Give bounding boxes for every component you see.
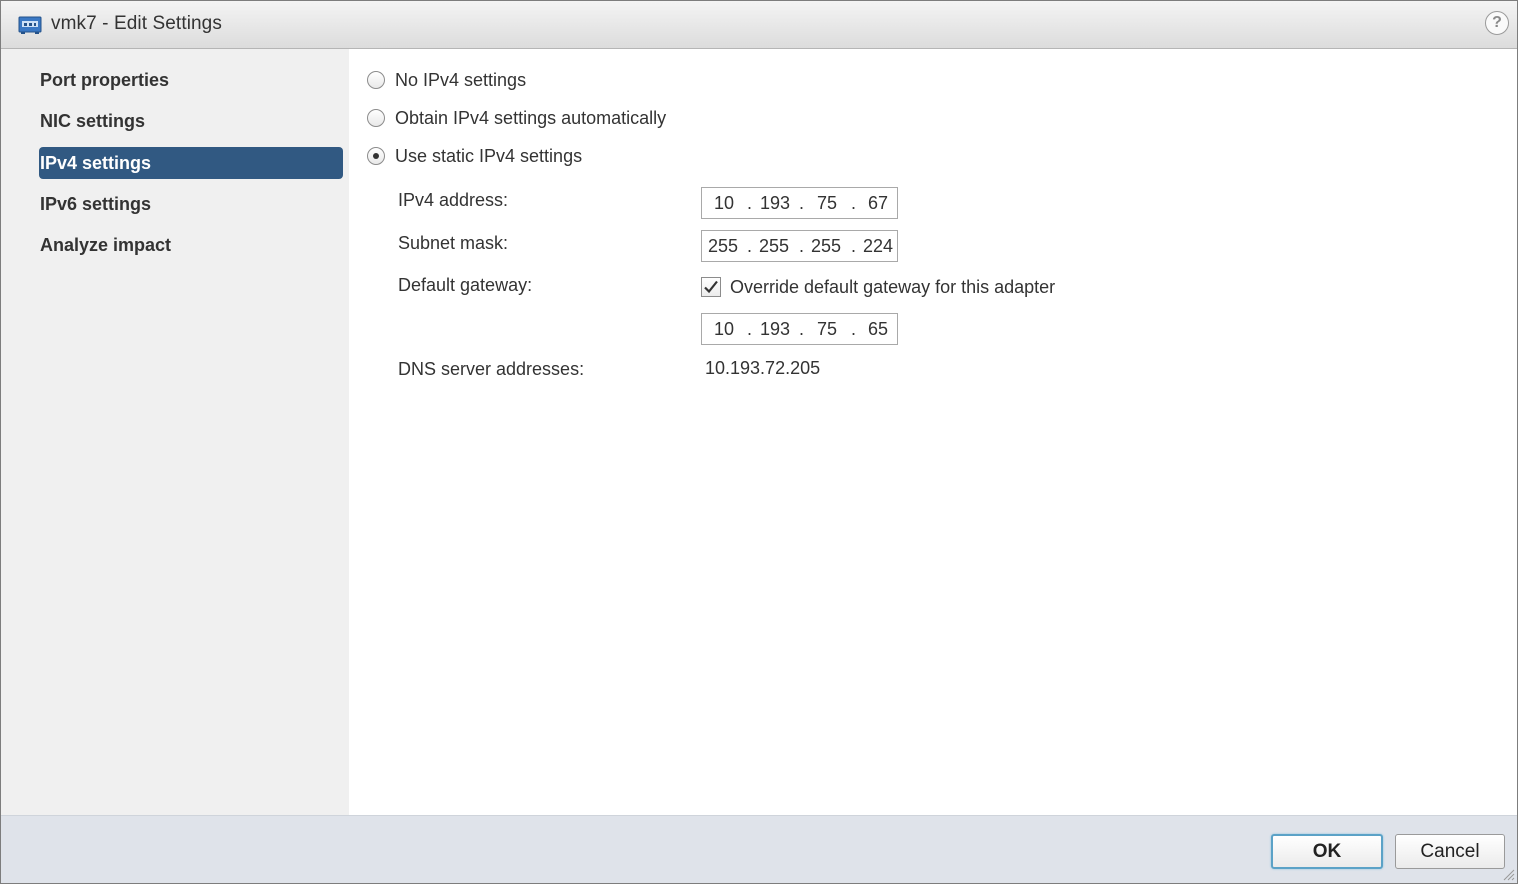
- octet-4[interactable]: 65: [868, 319, 888, 340]
- dns-servers-label: DNS server addresses:: [398, 359, 585, 379]
- octet-separator: .: [799, 236, 805, 256]
- radio-button[interactable]: [367, 71, 385, 89]
- octet-4[interactable]: 67: [868, 193, 888, 214]
- radio-obtain-automatically[interactable]: Obtain IPv4 settings automatically: [367, 105, 666, 131]
- override-gateway-checkbox[interactable]: [701, 277, 721, 297]
- sidebar-item-ipv6-settings[interactable]: IPv6 settings: [39, 188, 343, 220]
- dns-servers-value: 10.193.72.205: [705, 358, 821, 378]
- network-adapter-icon: [18, 15, 42, 35]
- title-bar: vmk7 - Edit Settings ?: [1, 1, 1517, 49]
- radio-label: Obtain IPv4 settings automatically: [395, 107, 667, 128]
- sidebar-item-port-properties[interactable]: Port properties: [39, 64, 343, 96]
- radio-label: Use static IPv4 settings: [395, 145, 583, 166]
- octet-3[interactable]: 255: [811, 236, 841, 257]
- sidebar-item-analyze-impact[interactable]: Analyze impact: [39, 229, 343, 261]
- sidebar-item-ipv4-settings[interactable]: IPv4 settings: [39, 147, 343, 179]
- radio-no-ipv4[interactable]: No IPv4 settings: [367, 67, 526, 93]
- octet-2[interactable]: 193: [760, 319, 790, 340]
- octet-3[interactable]: 75: [817, 319, 837, 340]
- gateway-address-field[interactable]: 10 . 193 . 75 . 65: [701, 313, 898, 345]
- octet-separator: .: [851, 193, 857, 213]
- radio-button-selected[interactable]: [367, 147, 385, 165]
- dialog-title: vmk7 - Edit Settings: [51, 13, 222, 34]
- octet-separator: .: [747, 319, 753, 339]
- radio-label: No IPv4 settings: [395, 69, 527, 90]
- octet-2[interactable]: 255: [759, 236, 789, 257]
- octet-separator: .: [851, 236, 857, 256]
- ok-button[interactable]: OK: [1271, 834, 1383, 869]
- octet-separator: .: [747, 236, 753, 256]
- checkmark-icon: [704, 280, 718, 294]
- override-gateway-label: Override default gateway for this adapte…: [730, 276, 1056, 297]
- octet-2[interactable]: 193: [760, 193, 790, 214]
- override-gateway-option[interactable]: Override default gateway for this adapte…: [701, 275, 1055, 299]
- octet-separator: .: [799, 193, 805, 213]
- octet-separator: .: [747, 193, 753, 213]
- resize-grip-icon[interactable]: [1501, 867, 1515, 881]
- default-gateway-label: Default gateway:: [398, 275, 533, 295]
- octet-1[interactable]: 10: [714, 319, 734, 340]
- subnet-mask-field[interactable]: 255 . 255 . 255 . 224: [701, 230, 898, 262]
- octet-separator: .: [799, 319, 805, 339]
- radio-use-static[interactable]: Use static IPv4 settings: [367, 143, 582, 169]
- octet-3[interactable]: 75: [817, 193, 837, 214]
- octet-4[interactable]: 224: [863, 236, 893, 257]
- sidebar-item-nic-settings[interactable]: NIC settings: [39, 105, 343, 137]
- subnet-mask-label: Subnet mask:: [398, 233, 509, 253]
- cancel-button[interactable]: Cancel: [1395, 834, 1505, 869]
- help-icon[interactable]: ?: [1485, 11, 1509, 35]
- ipv4-address-label: IPv4 address:: [398, 190, 509, 210]
- octet-1[interactable]: 255: [708, 236, 738, 257]
- radio-button[interactable]: [367, 109, 385, 127]
- octet-separator: .: [851, 319, 857, 339]
- octet-1[interactable]: 10: [714, 193, 734, 214]
- ipv4-address-field[interactable]: 10 . 193 . 75 . 67: [701, 187, 898, 219]
- edit-settings-dialog: vmk7 - Edit Settings ? Port properties N…: [0, 0, 1518, 884]
